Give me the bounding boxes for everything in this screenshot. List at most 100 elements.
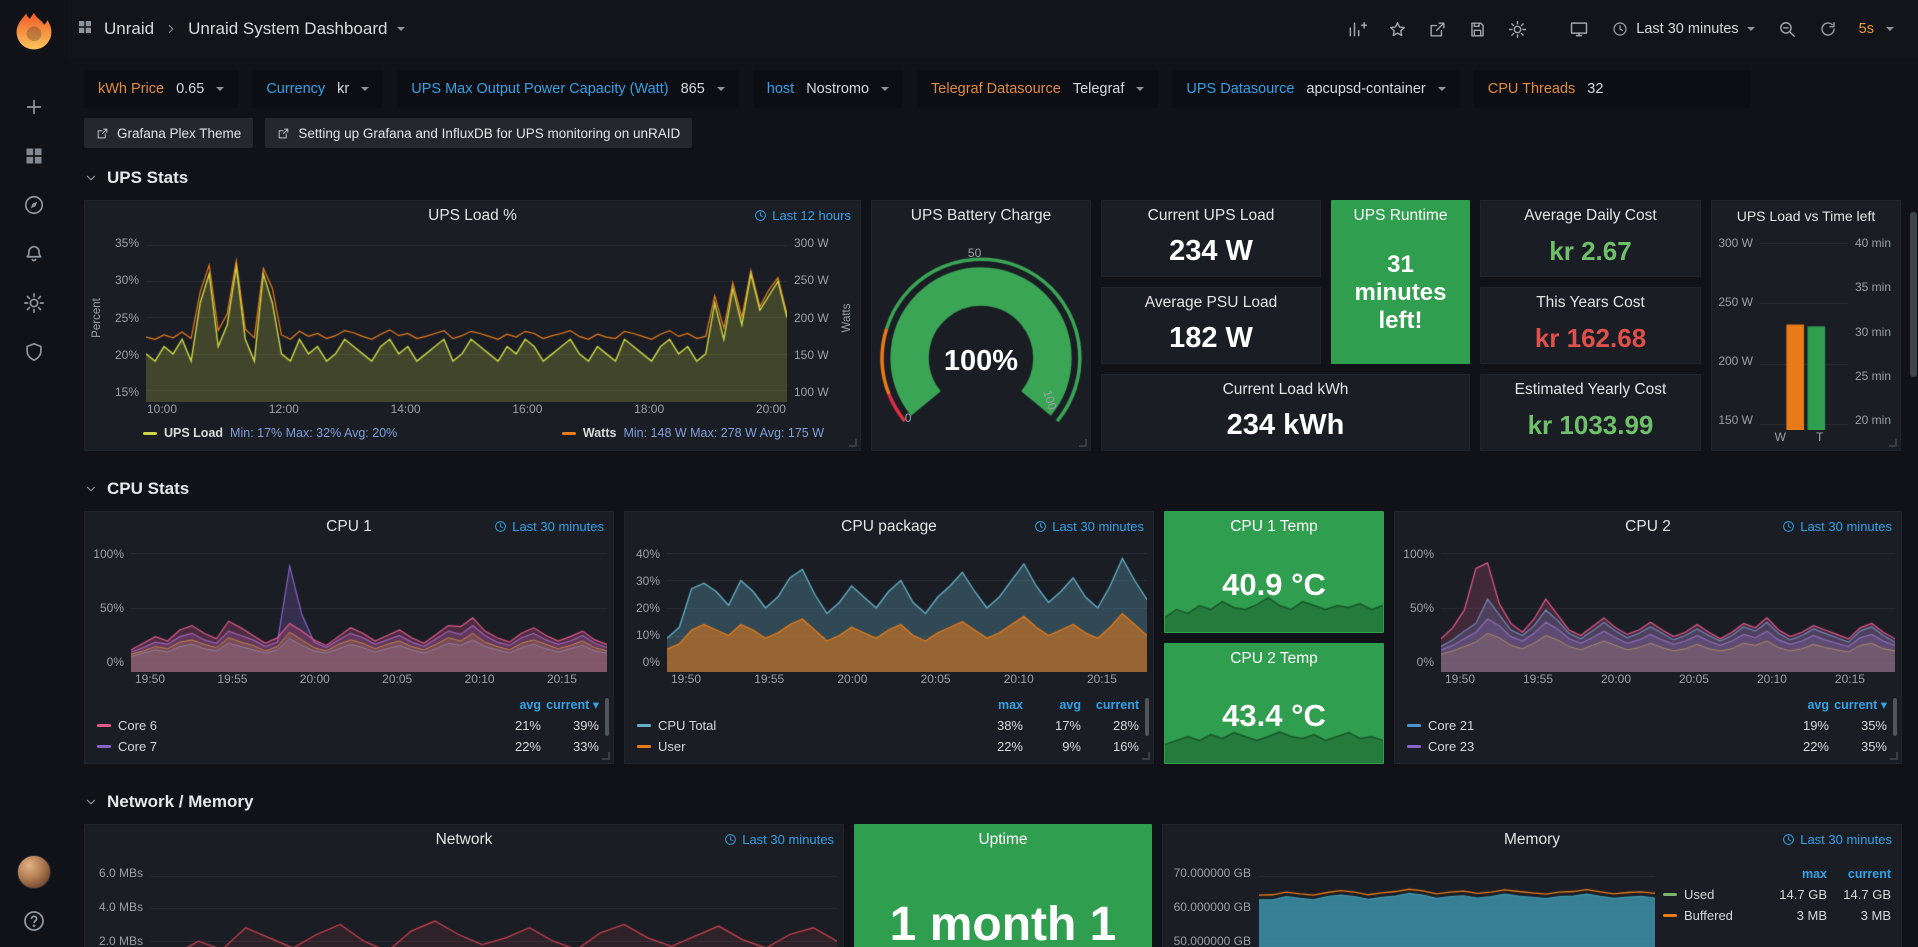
panel-title[interactable]: CPU 2 Temp: [1165, 644, 1383, 674]
legend-column-header[interactable]: current ▾: [541, 697, 599, 712]
cpu-package-chart-canvas[interactable]: [667, 544, 1147, 672]
variable-currency[interactable]: Currencykr: [252, 70, 383, 108]
panel-time-range-link[interactable]: Last 12 hours: [754, 208, 851, 223]
panel-resize-handle[interactable]: [1079, 439, 1087, 447]
panel-time-range-link[interactable]: Last 30 minutes: [1782, 519, 1892, 534]
section-header-cpu-stats[interactable]: CPU Stats: [84, 467, 1902, 511]
help-icon[interactable]: [22, 909, 46, 933]
legend-row[interactable]: Core 621%39%: [97, 715, 599, 736]
legend-item-ups-load[interactable]: UPS Load Min: 17% Max: 32% Avg: 20%: [143, 426, 397, 440]
panel-title[interactable]: UPS Runtime: [1332, 201, 1469, 231]
legend-column-header[interactable]: avg: [1771, 698, 1829, 712]
panel-resize-handle[interactable]: [1142, 752, 1150, 760]
variable-value[interactable]: apcupsd-container: [1306, 81, 1425, 97]
section-header-network-memory[interactable]: Network / Memory: [84, 780, 1902, 824]
legend-row[interactable]: Buffered3 MB3 MB: [1663, 905, 1891, 926]
share-icon[interactable]: [1420, 14, 1454, 44]
add-panel-icon[interactable]: [1340, 14, 1374, 44]
legend-column-header[interactable]: max: [1763, 867, 1827, 881]
variable-value[interactable]: Telegraf: [1073, 81, 1125, 97]
variable-ups-datasource[interactable]: UPS Datasourceapcupsd-container: [1172, 70, 1459, 108]
tv-mode-icon[interactable]: [1562, 14, 1596, 44]
legend-item-watts[interactable]: Watts Min: 148 W Max: 278 W Avg: 175 W: [562, 426, 824, 440]
variable-value[interactable]: kr: [337, 81, 349, 97]
legend-scrollbar[interactable]: [1145, 698, 1149, 736]
panel-title[interactable]: Average PSU Load: [1102, 288, 1320, 318]
panel-time-range-link[interactable]: Last 30 minutes: [1782, 832, 1892, 847]
variable-value[interactable]: 32: [1587, 81, 1737, 97]
breadcrumb-folder[interactable]: Unraid: [104, 19, 154, 39]
gauge-tick: 0: [905, 411, 912, 425]
panel-title[interactable]: Average Daily Cost: [1481, 201, 1700, 231]
panel-title[interactable]: Uptime: [855, 825, 1151, 855]
variable-cpu-threads[interactable]: CPU Threads32: [1474, 70, 1752, 108]
ups-load-chart-canvas[interactable]: [146, 233, 787, 402]
panel-resize-handle[interactable]: [602, 752, 610, 760]
alerting-bell-icon[interactable]: [23, 243, 45, 265]
panel-title[interactable]: UPS Load vs Time left: [1712, 201, 1900, 231]
cpu2-chart-canvas[interactable]: [1441, 544, 1895, 672]
legend-scrollbar[interactable]: [605, 698, 609, 736]
panel-resize-handle[interactable]: [1889, 439, 1897, 447]
create-icon[interactable]: [23, 96, 45, 118]
cpu1-chart-canvas[interactable]: [131, 544, 607, 672]
panel-title[interactable]: UPS Battery Charge: [872, 201, 1090, 231]
server-admin-shield-icon[interactable]: [23, 341, 45, 363]
panel-time-range-link[interactable]: Last 30 minutes: [1034, 519, 1144, 534]
variable-value[interactable]: 865: [681, 81, 705, 97]
configuration-gear-icon[interactable]: [23, 292, 45, 314]
panel-time-range-link[interactable]: Last 30 minutes: [724, 832, 834, 847]
zoom-out-icon[interactable]: [1771, 14, 1805, 44]
save-icon[interactable]: [1460, 14, 1494, 44]
variable-value[interactable]: Nostromo: [806, 81, 869, 97]
section-header-ups-stats[interactable]: UPS Stats: [84, 156, 1902, 200]
refresh-icon[interactable]: [1811, 14, 1845, 44]
legend-row[interactable]: Core 722%33%: [97, 736, 599, 757]
legend-row[interactable]: Used14.7 GB14.7 GB: [1663, 884, 1891, 905]
legend-column-header[interactable]: current: [1827, 867, 1891, 881]
panel-title[interactable]: Current Load kWh: [1102, 375, 1469, 405]
network-chart-canvas[interactable]: [151, 857, 837, 947]
legend-column-header[interactable]: avg: [1023, 698, 1081, 712]
refresh-interval-picker[interactable]: 5s: [1851, 14, 1902, 44]
memory-chart-canvas[interactable]: [1259, 857, 1655, 947]
panel-resize-handle[interactable]: [1890, 752, 1898, 760]
variable-kwh-price[interactable]: kWh Price0.65: [84, 70, 238, 108]
battery-gauge: 100% 0 50 100: [872, 231, 1090, 450]
legend-column-header[interactable]: current ▾: [1829, 697, 1887, 712]
variable-value[interactable]: 0.65: [176, 81, 204, 97]
legend-scrollbar[interactable]: [1893, 698, 1897, 736]
legend-row[interactable]: User22%9%16%: [637, 736, 1139, 757]
ups-bars-canvas[interactable]: [1760, 233, 1848, 430]
legend-row[interactable]: Core 2119%35%: [1407, 715, 1887, 736]
variable-telegraf-datasource[interactable]: Telegraf DatasourceTelegraf: [917, 70, 1158, 108]
user-avatar[interactable]: [17, 855, 51, 889]
dashboard-link[interactable]: Grafana Plex Theme: [84, 118, 253, 148]
panel-time-range-link[interactable]: Last 30 minutes: [494, 519, 604, 534]
panel-title[interactable]: Estimated Yearly Cost: [1481, 375, 1700, 405]
dashboard-title[interactable]: Unraid System Dashboard: [188, 19, 387, 39]
star-icon[interactable]: [1380, 14, 1414, 44]
explore-icon[interactable]: [23, 194, 45, 216]
legend-column-header[interactable]: current: [1081, 698, 1139, 712]
dashboard-link[interactable]: Setting up Grafana and InfluxDB for UPS …: [265, 118, 692, 148]
time-range-picker[interactable]: Last 30 minutes: [1602, 14, 1764, 44]
axis-tick: 15%: [104, 385, 139, 399]
panel-title[interactable]: Current UPS Load: [1102, 201, 1320, 231]
legend-row[interactable]: Core 2322%35%: [1407, 736, 1887, 757]
panel-resize-handle[interactable]: [849, 439, 857, 447]
panel-title[interactable]: UPS Load %: [85, 201, 860, 231]
panel-title[interactable]: CPU 1 Temp: [1165, 512, 1383, 542]
legend-column-header[interactable]: max: [965, 698, 1023, 712]
grafana-logo-icon[interactable]: [12, 10, 56, 54]
panel-title[interactable]: This Years Cost: [1481, 288, 1700, 318]
dashboards-icon[interactable]: [23, 145, 45, 167]
scrollbar-thumb[interactable]: [1910, 212, 1917, 377]
legend-column-header[interactable]: avg: [483, 698, 541, 712]
variable-host[interactable]: hostNostromo: [753, 70, 903, 108]
breadcrumb[interactable]: Unraid Unraid System Dashboard: [76, 18, 405, 41]
legend-row[interactable]: CPU Total38%17%28%: [637, 715, 1139, 736]
variable-ups-max-output-power-capacity-watt-[interactable]: UPS Max Output Power Capacity (Watt)865: [397, 70, 739, 108]
settings-gear-icon[interactable]: [1500, 14, 1534, 44]
page-scrollbar[interactable]: [1909, 0, 1917, 947]
